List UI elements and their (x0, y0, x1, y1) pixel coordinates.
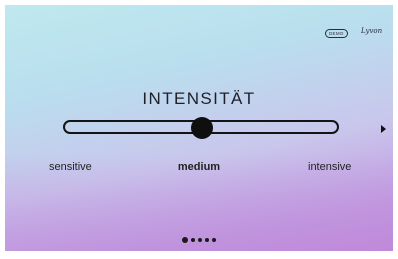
onboarding-screen: DEMO Lyvon INTENSITÄT sensitive medium i… (5, 5, 393, 251)
page-dot-2[interactable] (191, 238, 195, 242)
page-title: INTENSITÄT (142, 89, 256, 108)
next-arrow-icon[interactable] (381, 125, 386, 133)
page-dot-1[interactable] (182, 237, 188, 243)
demo-badge: DEMO (325, 29, 348, 38)
page-dot-4[interactable] (205, 238, 209, 242)
brand-logo: Lyvon (361, 27, 383, 35)
level-label-intensive[interactable]: intensive (308, 161, 351, 173)
page-dot-3[interactable] (198, 238, 202, 242)
page-dot-5[interactable] (212, 238, 216, 242)
pagination-dots (5, 237, 393, 243)
intensity-slider-handle[interactable] (191, 117, 213, 139)
